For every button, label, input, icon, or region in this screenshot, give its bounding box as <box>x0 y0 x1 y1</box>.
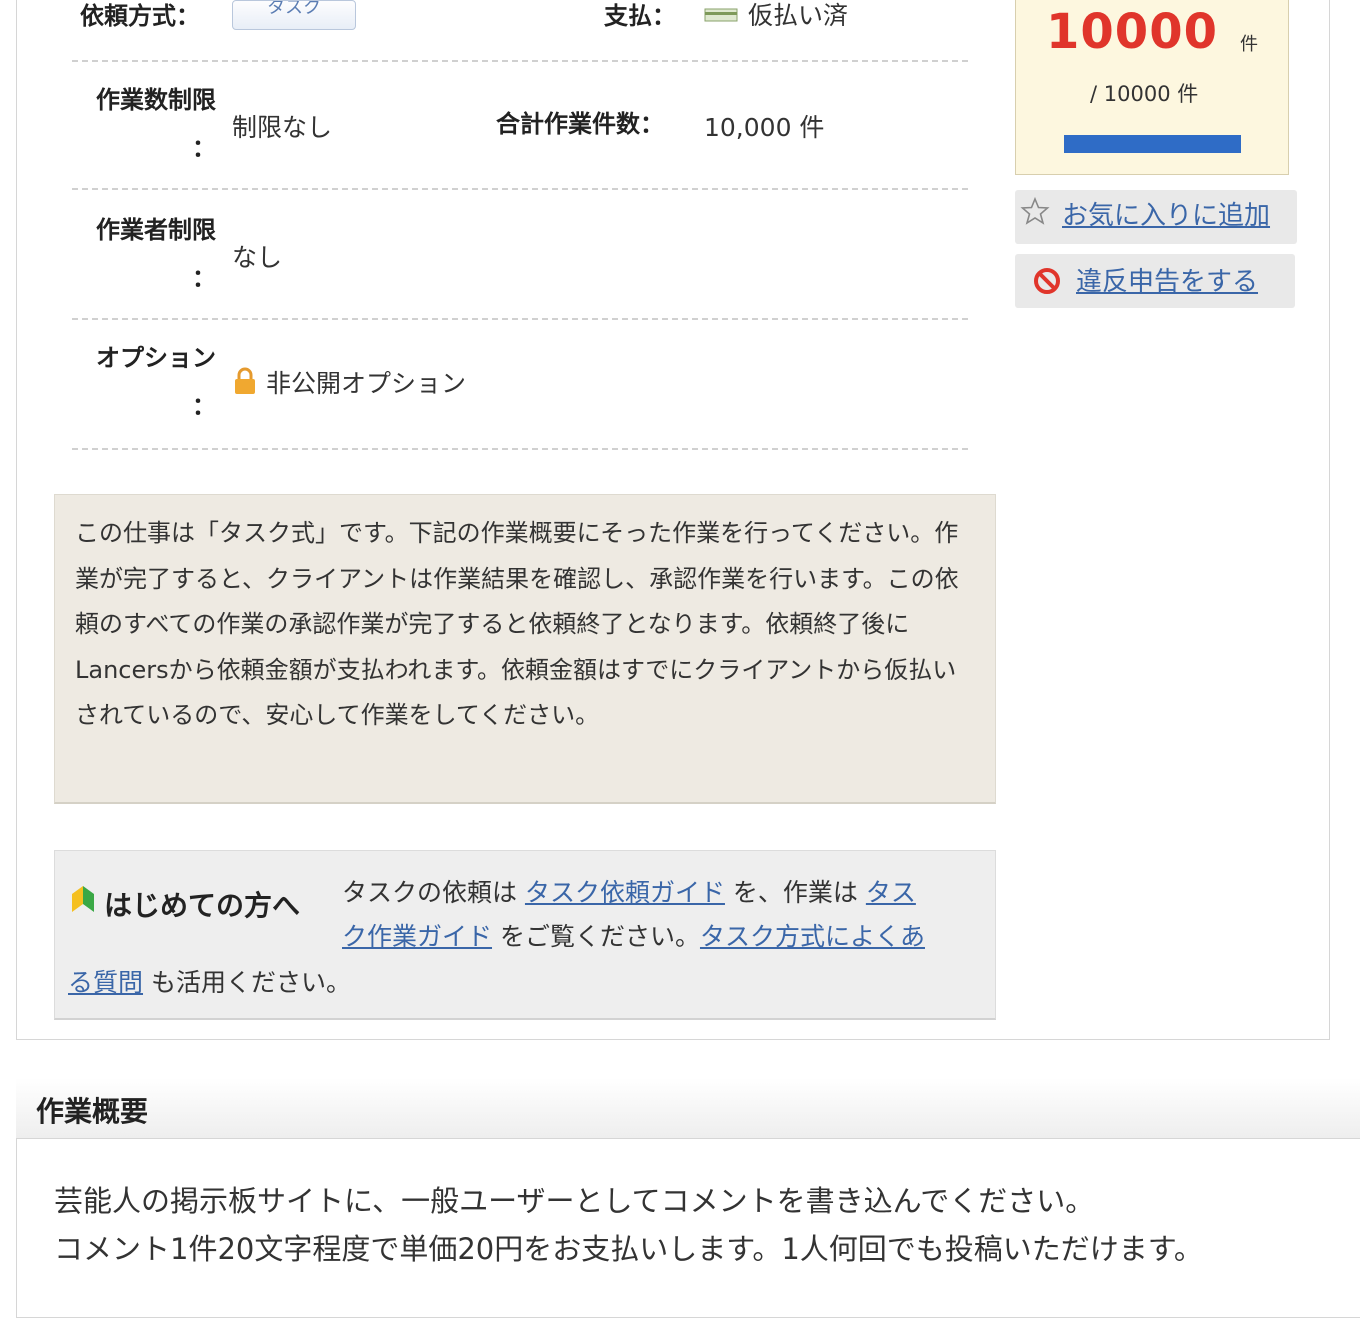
beginner-leaf-icon <box>72 886 94 912</box>
guide-text: タスクの依頼は <box>342 878 525 907</box>
progress-bar <box>1064 135 1241 153</box>
card-icon <box>704 8 738 22</box>
task-faq-link[interactable]: る質問 <box>68 968 143 997</box>
task-faq-link[interactable]: タスク方式によくあ <box>700 922 925 951</box>
guide-text: を、作業は <box>724 878 866 907</box>
task-work-guide-link[interactable]: ク作業ガイド <box>342 922 492 951</box>
remaining-count: 10000 <box>1046 4 1218 60</box>
progress-bar-fill <box>1064 135 1241 153</box>
guide-line-2: ク作業ガイド をご覧ください。タスク方式によくあ <box>342 914 925 960</box>
task-notice-text: この仕事は「タスク式」です。下記の作業概要にそった作業を行ってください。作業が完… <box>75 519 959 730</box>
row-divider <box>72 320 968 450</box>
guide-text: も活用ください。 <box>143 968 351 997</box>
row-divider <box>72 30 968 62</box>
guide-text: をご覧ください。 <box>492 922 700 951</box>
work-summary-line-1: 芸能人の掲示板サイトに、一般ユーザーとしてコメントを書き込んでください。 <box>54 1184 1095 1218</box>
add-favorite-link[interactable]: お気に入りに追加 <box>1062 200 1270 232</box>
task-request-guide-link[interactable]: タスク依頼ガイド <box>525 878 725 907</box>
total-count: / 10000 件 <box>1090 82 1199 106</box>
row-divider <box>72 62 968 190</box>
guide-line-1: タスクの依頼は タスク依頼ガイド を、作業は タス <box>342 870 916 916</box>
work-summary-title: 作業概要 <box>36 1095 149 1128</box>
work-summary-line-2: コメント1件20文字程度で単価20円をお支払いします。1人何回でも投稿いただけま… <box>54 1232 1203 1266</box>
remaining-unit: 件 <box>1240 34 1258 55</box>
beginner-guide-title: はじめての方へ <box>104 889 301 922</box>
row-divider <box>72 190 968 320</box>
guide-line-3: る質問 も活用ください。 <box>68 960 351 1006</box>
report-link[interactable]: 違反申告をする <box>1076 266 1258 298</box>
request-method-badge: タスク <box>232 0 356 30</box>
task-work-guide-link[interactable]: タス <box>866 878 916 907</box>
task-notice: この仕事は「タスク式」です。下記の作業概要にそった作業を行ってください。作業が完… <box>54 494 996 804</box>
prohibit-icon <box>1034 268 1060 294</box>
payment-label: 支払： <box>604 2 676 28</box>
star-icon <box>1020 196 1050 225</box>
work-summary-header <box>16 1078 1360 1139</box>
payment-value: 仮払い済 <box>748 2 849 28</box>
request-method-label: 依頼方式： <box>80 2 200 28</box>
